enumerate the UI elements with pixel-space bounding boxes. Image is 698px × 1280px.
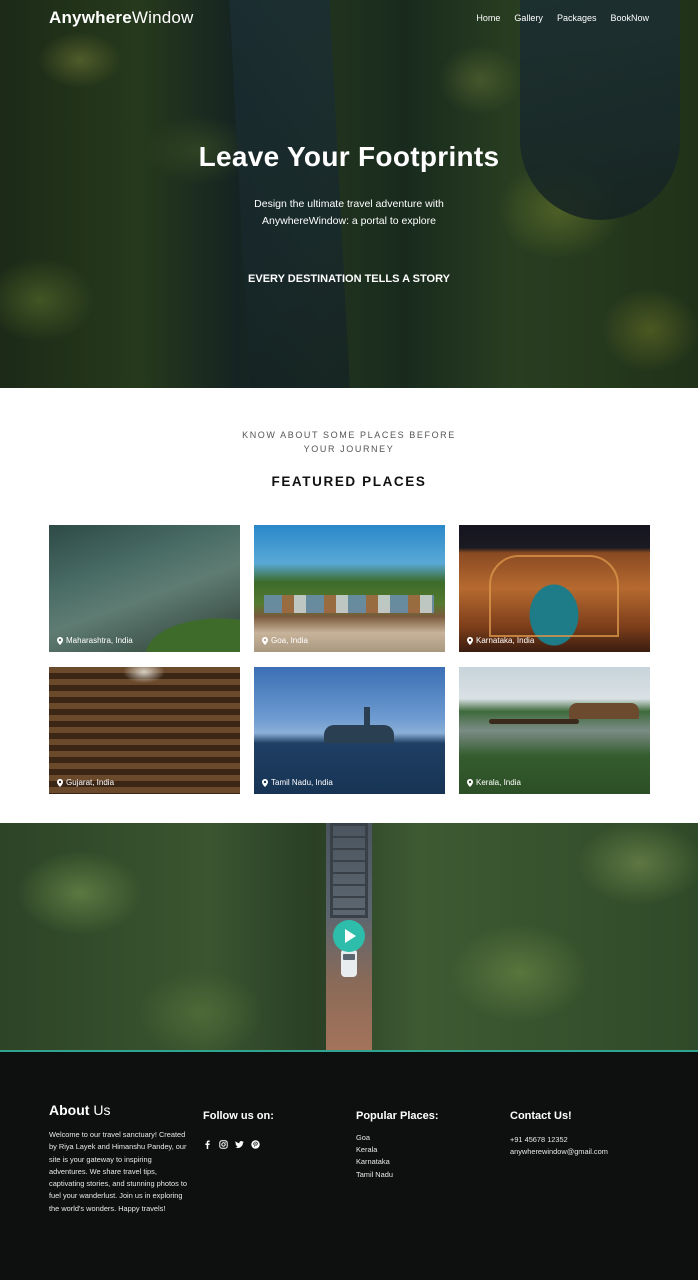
place-caption: Tamil Nadu, India (262, 778, 333, 787)
social-links (203, 1136, 260, 1149)
place-card-maharashtra[interactable]: Maharashtra, India (49, 525, 240, 652)
place-label: Goa, India (271, 636, 308, 645)
play-video-button[interactable] (333, 920, 365, 952)
car-image (340, 948, 358, 983)
contact-phone[interactable]: +91 45678 12352 (510, 1134, 608, 1146)
place-card-kerala[interactable]: Kerala, India (459, 667, 650, 794)
brand-light: Window (131, 8, 194, 27)
place-caption: Kerala, India (467, 778, 521, 787)
nav-home[interactable]: Home (476, 13, 500, 23)
place-card-karnataka[interactable]: Karnataka, India (459, 525, 650, 652)
contact-email[interactable]: anywherewindow@gmail.com (510, 1146, 608, 1158)
hero-section: AnywhereWindow Home Gallery Packages Boo… (0, 0, 698, 388)
location-pin-icon (262, 778, 268, 787)
location-pin-icon (467, 778, 473, 787)
statue-image (364, 707, 370, 729)
hero-tagline: EVERY DESTINATION TELLS A STORY (248, 273, 450, 285)
follow-title: Follow us on: (203, 1110, 274, 1122)
place-caption: Goa, India (262, 636, 308, 645)
contact-title: Contact Us! (510, 1110, 572, 1122)
contact-info: +91 45678 12352 anywherewindow@gmail.com (510, 1134, 608, 1158)
pinterest-icon[interactable] (251, 1136, 260, 1149)
goa-huts-image (264, 595, 434, 613)
brand-logo[interactable]: AnywhereWindow (49, 8, 194, 28)
about-title: About Us (49, 1102, 110, 1118)
hero-subtitle-line: AnywhereWindow: a portal to explore (262, 215, 436, 227)
place-card-goa[interactable]: Goa, India (254, 525, 445, 652)
hero-subtitle-line: Design the ultimate travel adventure wit… (254, 198, 444, 210)
brand-bold: Anywhere (49, 8, 132, 27)
hero-subtitle: Design the ultimate travel adventure wit… (0, 196, 698, 230)
place-label: Tamil Nadu, India (271, 778, 333, 787)
about-text: Welcome to our travel sanctuary! Created… (49, 1130, 188, 1213)
place-caption: Maharashtra, India (57, 636, 133, 645)
about-title-bold: About (49, 1102, 90, 1118)
popular-place-link[interactable]: Goa (356, 1132, 393, 1144)
place-label: Karnataka, India (476, 636, 535, 645)
about-title-light: Us (93, 1102, 111, 1118)
location-pin-icon (57, 636, 63, 645)
twitter-icon[interactable] (235, 1136, 244, 1149)
popular-place-link[interactable]: Karnataka (356, 1156, 393, 1168)
canoe-image (489, 719, 579, 724)
houseboat-image (569, 703, 639, 719)
kicker-line: YOUR JOURNEY (303, 444, 395, 454)
place-label: Maharashtra, India (66, 636, 133, 645)
place-label: Gujarat, India (66, 778, 115, 787)
nav-packages[interactable]: Packages (557, 13, 597, 23)
popular-places-list: Goa Kerala Karnataka Tamil Nadu (356, 1132, 393, 1181)
play-icon (345, 929, 356, 943)
popular-title: Popular Places: (356, 1110, 439, 1122)
featured-kicker: KNOW ABOUT SOME PLACES BEFORE YOUR JOURN… (0, 428, 698, 456)
place-caption: Gujarat, India (57, 778, 114, 787)
bridge-image (330, 823, 368, 918)
popular-place-link[interactable]: Kerala (356, 1144, 393, 1156)
place-card-tamil-nadu[interactable]: Tamil Nadu, India (254, 667, 445, 794)
hero-title: Leave Your Footprints (198, 141, 500, 172)
location-pin-icon (467, 636, 473, 645)
facebook-icon[interactable] (203, 1136, 212, 1149)
nav-gallery[interactable]: Gallery (514, 13, 543, 23)
place-label: Kerala, India (476, 778, 521, 787)
instagram-icon[interactable] (219, 1136, 228, 1149)
popular-place-link[interactable]: Tamil Nadu (356, 1169, 393, 1181)
location-pin-icon (57, 778, 63, 787)
place-card-gujarat[interactable]: Gujarat, India (49, 667, 240, 794)
main-nav: Home Gallery Packages BookNow (476, 13, 649, 23)
nav-booknow[interactable]: BookNow (610, 13, 649, 23)
featured-title: FEATURED PLACES (271, 474, 427, 489)
rock-memorial-image (324, 725, 394, 743)
kicker-line: KNOW ABOUT SOME PLACES BEFORE (242, 430, 456, 440)
place-caption: Karnataka, India (467, 636, 534, 645)
palace-image (489, 555, 619, 637)
location-pin-icon (262, 636, 268, 645)
hero-overlay (0, 0, 698, 388)
site-footer: About Us Welcome to our travel sanctuary… (0, 1052, 698, 1280)
